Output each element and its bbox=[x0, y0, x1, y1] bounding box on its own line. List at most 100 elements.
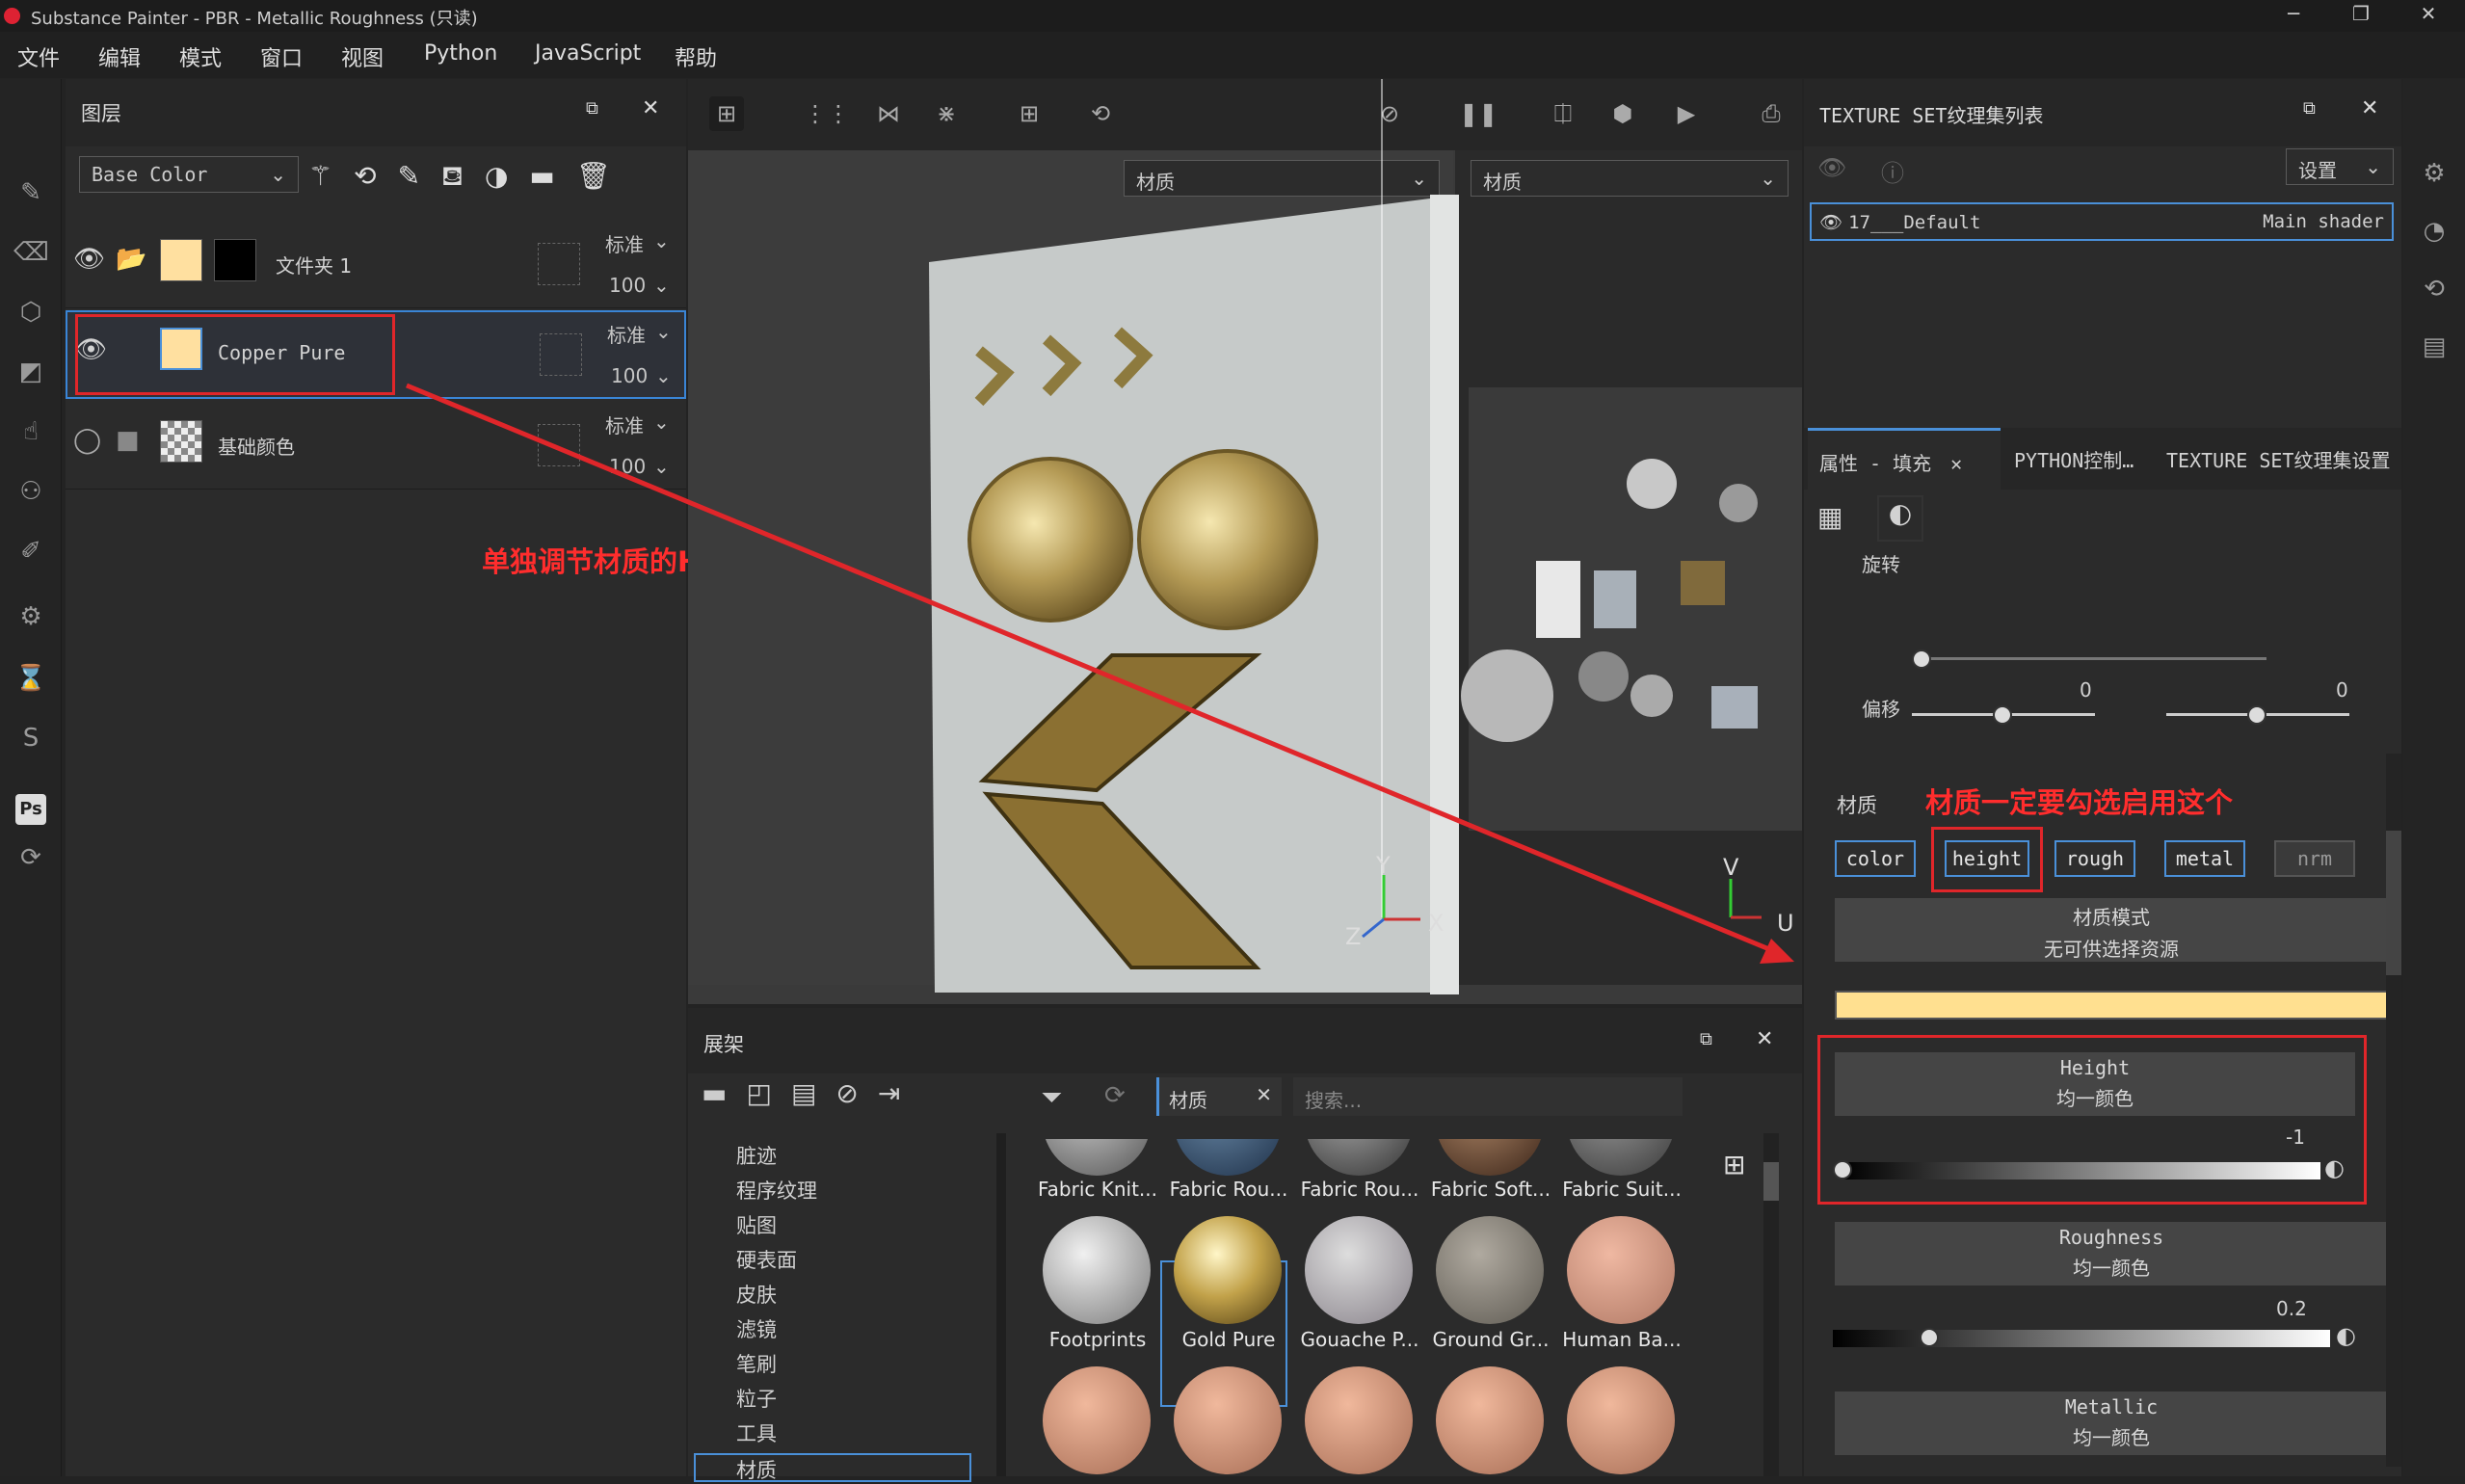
category-item[interactable]: 程序纹理 bbox=[736, 1176, 817, 1205]
rotate-knob[interactable] bbox=[1912, 649, 1931, 669]
channel-toggle-rough[interactable]: rough bbox=[2054, 840, 2135, 877]
material-mode-label: 材质模式 bbox=[2073, 906, 2150, 929]
category-item[interactable]: 脏迹 bbox=[736, 1141, 777, 1170]
history-icon[interactable]: ⟲ bbox=[2417, 272, 2452, 306]
material-thumb[interactable] bbox=[1567, 1216, 1675, 1324]
roughness-slider[interactable] bbox=[1833, 1330, 2330, 1347]
height-source: 均一颜色 bbox=[2056, 1087, 2134, 1110]
category-list: 脏迹 程序纹理 贴图 硬表面 皮肤 滤镜 笔刷 粒子 工具 材质 bbox=[694, 1139, 971, 1482]
height-slider[interactable] bbox=[1842, 1162, 2320, 1179]
close-panel-icon[interactable]: ✕ bbox=[1756, 1027, 1773, 1051]
offset-x-knob[interactable] bbox=[1993, 705, 2012, 725]
height-source-box[interactable]: Height 均一颜色 bbox=[1835, 1052, 2355, 1116]
category-item[interactable]: 粒子 bbox=[736, 1384, 777, 1413]
shelf-scrollbar[interactable] bbox=[1763, 1133, 1779, 1476]
material-label: 材质 bbox=[1837, 794, 1877, 817]
material-icon[interactable]: ◐ bbox=[1877, 495, 1923, 542]
category-item[interactable]: 滤镜 bbox=[736, 1314, 777, 1343]
remove-filter-icon[interactable]: ✕ bbox=[1256, 1083, 1272, 1106]
category-item[interactable]: 笔刷 bbox=[736, 1349, 777, 1378]
height-value: -1 bbox=[2286, 1126, 2305, 1149]
material-label[interactable]: Gold Pure bbox=[1166, 1328, 1291, 1351]
material-thumb[interactable] bbox=[1305, 1366, 1413, 1474]
texture-set-item[interactable]: 👁 17___Default Main shader bbox=[1810, 202, 2394, 241]
height-knob[interactable] bbox=[1833, 1160, 1852, 1179]
info-icon[interactable]: ⓘ bbox=[1881, 154, 1904, 188]
material-label[interactable]: Human Ba... bbox=[1559, 1328, 1684, 1351]
category-item-selected[interactable]: 材质 bbox=[694, 1453, 971, 1482]
material-thumb[interactable] bbox=[1436, 1216, 1544, 1324]
channel-toggle-metal[interactable]: metal bbox=[2164, 840, 2245, 877]
log-icon[interactable]: ▤ bbox=[2417, 330, 2452, 364]
material-thumb[interactable] bbox=[1305, 1216, 1413, 1324]
eye-icon[interactable]: 👁 bbox=[1819, 212, 1842, 233]
category-item[interactable]: 硬表面 bbox=[736, 1245, 797, 1274]
height-mode-icon[interactable]: ◐ bbox=[2324, 1154, 2345, 1181]
shelf-toolbar: ▬◰▤⊘⇥ bbox=[702, 1077, 991, 1116]
import-icon[interactable]: ⇥ bbox=[878, 1077, 919, 1109]
roughness-source-box[interactable]: Roughness 均一颜色 bbox=[1835, 1222, 2386, 1285]
rotate-slider[interactable] bbox=[1920, 657, 2266, 660]
material-thumb[interactable] bbox=[1567, 1366, 1675, 1474]
roughness-value: 0.2 bbox=[2276, 1297, 2307, 1320]
tab-texture-set-settings[interactable]: TEXTURE SET纹理集设置 bbox=[2166, 445, 2390, 473]
material-grid: Fabric Knit... Fabric Rou... Fabric Rou.… bbox=[1033, 1139, 1746, 1476]
filter-tag[interactable]: 材质 ✕ bbox=[1156, 1077, 1282, 1116]
material-label[interactable]: Fabric Soft... bbox=[1428, 1178, 1553, 1201]
tab-python[interactable]: PYTHON控制… bbox=[2014, 445, 2134, 473]
tab-properties-fill[interactable]: 属性 - 填充 ✕ bbox=[1808, 428, 2001, 490]
save-icon[interactable]: ▤ bbox=[791, 1077, 835, 1109]
material-label[interactable]: Fabric Rou... bbox=[1297, 1178, 1422, 1201]
material-label[interactable]: Fabric Rou... bbox=[1166, 1178, 1291, 1201]
category-item[interactable]: 贴图 bbox=[736, 1210, 777, 1239]
material-thumb[interactable] bbox=[1174, 1216, 1282, 1324]
shelf-header: 展架 ⧉ ✕ bbox=[688, 1008, 1802, 1073]
offset-y-knob[interactable] bbox=[2247, 705, 2266, 725]
shelf-panel: 展架 ⧉ ✕ ▬◰▤⊘⇥ 脏迹 程序纹理 贴图 硬表面 皮肤 滤镜 笔刷 粒子 … bbox=[688, 1008, 1802, 1482]
category-scrollbar[interactable] bbox=[996, 1133, 1006, 1476]
material-label[interactable]: Gouache P... bbox=[1297, 1328, 1422, 1351]
new-icon[interactable]: ◰ bbox=[746, 1077, 790, 1109]
float-icon[interactable]: ⧉ bbox=[1700, 1029, 1712, 1049]
material-thumb[interactable] bbox=[1043, 1216, 1151, 1324]
material-label[interactable]: Ground Gr... bbox=[1428, 1328, 1553, 1351]
height-label: Height bbox=[2059, 1056, 2131, 1079]
offset-label: 偏移 bbox=[1862, 698, 1900, 721]
rotate-label: 旋转 bbox=[1862, 553, 1900, 576]
search-input[interactable]: 搜索... bbox=[1293, 1077, 1683, 1116]
material-mode-box[interactable]: 材质模式 无可供选择资源 bbox=[1835, 898, 2386, 962]
properties-scrollbar[interactable] bbox=[2386, 754, 2401, 1467]
category-item[interactable]: 工具 bbox=[736, 1418, 777, 1447]
material-thumb[interactable] bbox=[1174, 1366, 1282, 1474]
folder-icon[interactable]: ▬ bbox=[702, 1077, 746, 1109]
category-item[interactable]: 皮肤 bbox=[736, 1280, 777, 1309]
material-label[interactable]: Fabric Knit... bbox=[1035, 1178, 1160, 1201]
material-label[interactable]: Footprints bbox=[1035, 1328, 1160, 1351]
eye-hidden-icon[interactable]: 👁 bbox=[1817, 154, 1846, 181]
texture-set-title: TEXTURE SET纹理集列表 bbox=[1819, 104, 2044, 127]
environment-icon[interactable]: ◔ bbox=[2417, 214, 2452, 249]
settings-dropdown[interactable]: 设置 ⌄ bbox=[2286, 148, 2394, 185]
display-settings-icon[interactable]: ⚙ bbox=[2417, 156, 2452, 191]
material-label[interactable]: Fabric Suit... bbox=[1559, 1178, 1684, 1201]
reset-icon[interactable]: ⟳ bbox=[1104, 1081, 1126, 1110]
channel-toggle-nrm[interactable]: nrm bbox=[2274, 840, 2355, 877]
shelf-title: 展架 bbox=[703, 1033, 744, 1056]
close-panel-icon[interactable]: ✕ bbox=[2361, 96, 2378, 120]
hide-icon[interactable]: ⊘ bbox=[835, 1077, 877, 1109]
material-thumb[interactable] bbox=[1436, 1366, 1544, 1474]
filter-icon[interactable]: ⏷ bbox=[1041, 1081, 1062, 1114]
highlight-box-height bbox=[1931, 827, 2043, 892]
metallic-source-box[interactable]: Metallic 均一颜色 bbox=[1835, 1391, 2386, 1455]
roughness-knob[interactable] bbox=[1920, 1328, 1939, 1347]
annotation-right: 材质一定要勾选启用这个 bbox=[1925, 786, 2234, 819]
material-thumb[interactable] bbox=[1043, 1366, 1151, 1474]
offset-y-value: 0 bbox=[2336, 678, 2348, 702]
properties-body: 旋转 偏移 0 0 材质 材质一定要勾选启用这个 color height ro… bbox=[1804, 549, 2386, 1476]
properties-tabs: 属性 - 填充 ✕ PYTHON控制… TEXTURE SET纹理集设置 bbox=[1804, 428, 2401, 490]
float-icon[interactable]: ⧉ bbox=[2303, 98, 2316, 119]
fill-settings-icon[interactable]: ▦ bbox=[1817, 501, 1842, 533]
channel-toggle-color[interactable]: color bbox=[1835, 840, 1916, 877]
roughness-mode-icon[interactable]: ◐ bbox=[2336, 1322, 2356, 1349]
base-color-swatch[interactable] bbox=[1835, 991, 2386, 1020]
